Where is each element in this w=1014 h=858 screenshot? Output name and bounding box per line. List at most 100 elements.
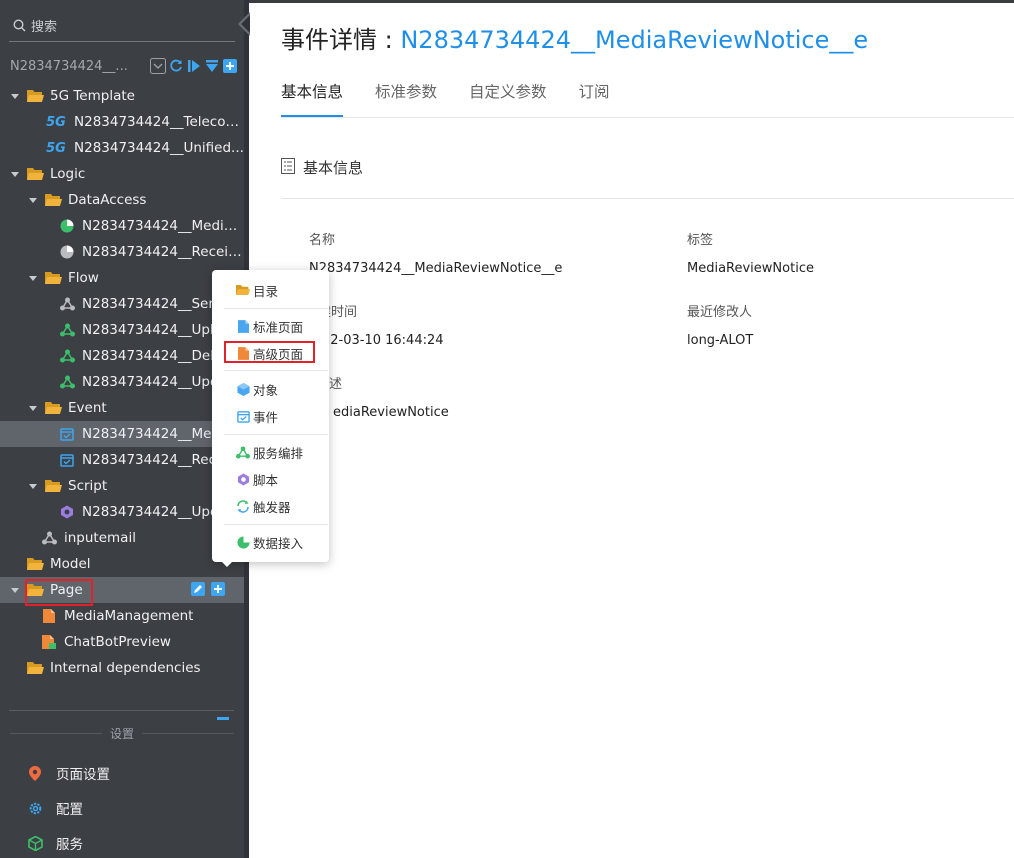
page-settings-link[interactable]: 页面设置 bbox=[26, 761, 110, 785]
tree-label: N2834734424__Media... bbox=[82, 218, 244, 234]
list-icon bbox=[281, 157, 295, 178]
folder-open-icon bbox=[44, 192, 62, 208]
tree-label: N2834734424__Uplo bbox=[82, 322, 222, 338]
menu-item-standard-page[interactable]: 标准页面 bbox=[236, 316, 303, 336]
caret-down-icon[interactable] bbox=[28, 195, 38, 205]
menu-item-object[interactable]: 对象 bbox=[236, 379, 278, 399]
menu-item-script[interactable]: 脚本 bbox=[236, 469, 278, 489]
search-input[interactable]: 搜索 bbox=[9, 10, 235, 42]
tree-label: Event bbox=[68, 400, 107, 416]
dropdown-toggle-icon[interactable] bbox=[150, 58, 166, 74]
menu-separator bbox=[224, 370, 328, 371]
folder-open-icon bbox=[44, 400, 62, 416]
app-name[interactable]: N2834734424__... bbox=[10, 59, 138, 74]
caret-down-icon[interactable] bbox=[28, 481, 38, 491]
menu-item-label: 服务编排 bbox=[253, 445, 304, 461]
tree-label: DataAccess bbox=[68, 192, 147, 208]
tree-item-flow-send[interactable]: N2834734424__Sen bbox=[0, 291, 244, 317]
flow-icon bbox=[58, 348, 76, 364]
flow-icon bbox=[236, 445, 250, 459]
service-link[interactable]: 服务 bbox=[26, 831, 83, 855]
collapse-sidebar-icon[interactable] bbox=[236, 12, 250, 36]
menu-item-trigger[interactable]: 触发器 bbox=[236, 496, 291, 516]
bottom-item-label: 配置 bbox=[56, 802, 83, 818]
tree-folder-dataaccess[interactable]: DataAccess bbox=[0, 187, 244, 213]
tree-item-page-chatbotpreview[interactable]: ChatBotPreview bbox=[0, 629, 244, 655]
tree-folder-script[interactable]: Script bbox=[0, 473, 244, 499]
tree-folder-logic[interactable]: Logic bbox=[0, 161, 244, 187]
tree-label: MediaManagement bbox=[64, 608, 194, 624]
folder-open-icon bbox=[26, 660, 44, 676]
tree-item-unified-template[interactable]: 5G N2834734424__Unified... bbox=[0, 135, 244, 161]
tree-folder-event[interactable]: Event bbox=[0, 395, 244, 421]
menu-item-data-access[interactable]: 数据接入 bbox=[236, 532, 303, 552]
section-divider bbox=[281, 198, 1014, 199]
pie-chart-icon bbox=[58, 218, 76, 234]
tree-item-inputemail[interactable]: inputemail bbox=[0, 525, 244, 551]
menu-item-event[interactable]: 事件 bbox=[236, 406, 278, 426]
tree-label: N2834734424__Upd bbox=[82, 374, 219, 390]
tree-label: N2834734424__Receiv... bbox=[82, 244, 244, 260]
standard-page-icon bbox=[236, 319, 250, 333]
cube-icon bbox=[26, 835, 44, 851]
tab-bar: 基本信息 标准参数 自定义参数 订阅 bbox=[281, 80, 642, 118]
tree-folder-internal-dependencies[interactable]: Internal dependencies bbox=[0, 655, 244, 681]
caret-down-icon[interactable] bbox=[10, 585, 20, 595]
config-link[interactable]: 配置 bbox=[26, 796, 83, 820]
tree-label: 5G Template bbox=[50, 88, 135, 104]
tree-item-script-update[interactable]: N2834734424__Upd bbox=[0, 499, 244, 525]
tab-basic-info[interactable]: 基本信息 bbox=[281, 80, 344, 118]
tree-folder-5g-template[interactable]: 5G Template bbox=[0, 83, 244, 109]
data-access-icon bbox=[236, 535, 250, 549]
filter-icon[interactable] bbox=[204, 58, 220, 74]
menu-item-label: 对象 bbox=[253, 382, 279, 398]
tree-item-data-receive[interactable]: N2834734424__Receiv... bbox=[0, 239, 244, 265]
modifier-label: 最近修改人 bbox=[687, 305, 753, 320]
description-label: 述 bbox=[329, 377, 343, 392]
tree-label: Logic bbox=[50, 166, 86, 182]
menu-item-directory[interactable]: 目录 bbox=[236, 280, 278, 300]
tab-custom-params[interactable]: 自定义参数 bbox=[469, 80, 547, 118]
tree-folder-model[interactable]: Model bbox=[0, 551, 244, 577]
folder-open-icon bbox=[26, 556, 44, 572]
caret-down-icon[interactable] bbox=[28, 403, 38, 413]
tree-item-telecom-template[interactable]: 5G N2834734424__Telecom... bbox=[0, 109, 244, 135]
modifier-value: long-ALOT bbox=[687, 333, 754, 348]
tree-label: Script bbox=[68, 478, 108, 494]
tree-label: N2834734424__Rece bbox=[82, 452, 225, 468]
flow-icon bbox=[58, 322, 76, 338]
add-icon[interactable] bbox=[211, 582, 225, 596]
page-folder-highlight-box bbox=[25, 579, 93, 606]
tree-label: N2834734424__Unified... bbox=[74, 140, 244, 156]
tree-item-page-mediamanagement[interactable]: MediaManagement bbox=[0, 603, 244, 629]
menu-item-label: 数据接入 bbox=[253, 535, 304, 551]
tree-item-flow-update[interactable]: N2834734424__Upd bbox=[0, 369, 244, 395]
caret-down-icon[interactable] bbox=[10, 169, 20, 179]
add-icon[interactable] bbox=[222, 58, 238, 74]
menu-item-label: 事件 bbox=[253, 409, 279, 425]
caret-down-icon[interactable] bbox=[28, 273, 38, 283]
tree-item-event-media-selected[interactable]: N2834734424__Med bbox=[0, 421, 244, 447]
tree-folder-flow[interactable]: Flow bbox=[0, 265, 244, 291]
tree-label: Internal dependencies bbox=[50, 660, 201, 676]
menu-item-service-orchestration[interactable]: 服务编排 bbox=[236, 442, 303, 462]
menu-item-label: 脚本 bbox=[253, 472, 279, 488]
run-icon[interactable] bbox=[186, 58, 202, 74]
tag-value: MediaReviewNotice bbox=[687, 261, 814, 276]
tree-label: Flow bbox=[68, 270, 99, 286]
tree-item-flow-delete[interactable]: N2834734424__Dele bbox=[0, 343, 244, 369]
script-icon bbox=[58, 504, 76, 520]
menu-item-label: 标准页面 bbox=[253, 319, 304, 335]
tree-item-data-media[interactable]: N2834734424__Media... bbox=[0, 213, 244, 239]
panel-tab-indicator[interactable] bbox=[217, 717, 229, 720]
refresh-icon[interactable] bbox=[168, 58, 184, 74]
tab-subscribe[interactable]: 订阅 bbox=[579, 80, 610, 118]
tree-item-event-receive[interactable]: N2834734424__Rece bbox=[0, 447, 244, 473]
edit-icon[interactable] bbox=[191, 582, 205, 596]
folder-open-icon bbox=[26, 88, 44, 104]
tree-label: N2834734424__Med bbox=[82, 426, 221, 442]
tab-standard-params[interactable]: 标准参数 bbox=[375, 80, 437, 118]
page-title: 事件详情 : N2834734424__MediaReviewNotice__e bbox=[281, 20, 868, 55]
tree-item-flow-upload[interactable]: N2834734424__Uplo bbox=[0, 317, 244, 343]
caret-down-icon[interactable] bbox=[10, 91, 20, 101]
